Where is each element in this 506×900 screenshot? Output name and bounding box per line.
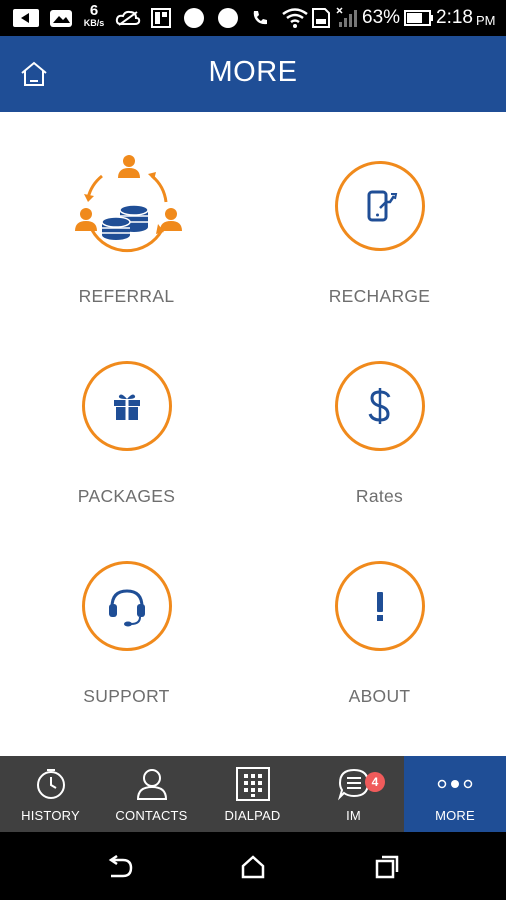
nav-contacts[interactable]: CONTACTS bbox=[101, 756, 202, 832]
no-signal-icon bbox=[336, 7, 358, 29]
rates-tile[interactable]: Rates bbox=[253, 312, 506, 512]
about-circle bbox=[335, 561, 425, 651]
battery-percent: 63% bbox=[362, 7, 401, 28]
status-bar: 6 KB/s 63% 2:18 PM bbox=[0, 0, 506, 36]
flipboard-icon bbox=[150, 7, 172, 29]
packages-circle bbox=[82, 361, 172, 451]
support-circle bbox=[82, 561, 172, 651]
home-outline-icon bbox=[241, 855, 265, 879]
bottom-navigation: HISTORY CONTACTS DIALPAD 4 IM MORE bbox=[0, 756, 506, 832]
packages-label: PACKAGES bbox=[77, 486, 176, 506]
circle-notification-icon-2 bbox=[216, 7, 240, 29]
referral-coins-icon bbox=[72, 152, 182, 262]
recharge-tile[interactable]: RECHARGE bbox=[253, 112, 506, 312]
about-label: ABOUT bbox=[348, 686, 411, 706]
nav-dialpad-label: DIALPAD bbox=[224, 808, 281, 823]
system-recents-button[interactable] bbox=[370, 850, 404, 884]
gallery-notification-icon bbox=[48, 7, 74, 29]
nav-history[interactable]: HISTORY bbox=[0, 756, 101, 832]
nav-history-label: HISTORY bbox=[21, 808, 80, 823]
nav-dialpad[interactable]: DIALPAD bbox=[202, 756, 303, 832]
more-dots-icon bbox=[437, 779, 473, 789]
clock-icon bbox=[36, 769, 65, 799]
cloud-sync-icon bbox=[114, 7, 142, 29]
clock-time: 2:18 bbox=[436, 7, 473, 28]
support-label: SUPPORT bbox=[83, 686, 170, 706]
more-menu-grid: REFERRAL RECHARGE PACKAGES Rates SUPPORT… bbox=[0, 112, 506, 756]
back-icon bbox=[108, 855, 133, 878]
clock-suffix: PM bbox=[476, 13, 496, 28]
referral-label: REFERRAL bbox=[78, 286, 175, 306]
support-tile[interactable]: SUPPORT bbox=[0, 512, 253, 712]
circle-notification-icon bbox=[182, 7, 206, 29]
recharge-circle bbox=[335, 161, 425, 251]
im-unread-badge: 4 bbox=[365, 772, 385, 792]
page-title: MORE bbox=[208, 56, 298, 88]
nav-im-label: IM bbox=[346, 808, 361, 823]
wifi-icon bbox=[282, 7, 308, 29]
battery-icon bbox=[404, 7, 434, 29]
dialpad-icon bbox=[235, 767, 270, 801]
exclamation-icon bbox=[377, 592, 383, 621]
phone-recharge-icon bbox=[367, 190, 398, 222]
person-icon bbox=[136, 769, 167, 800]
system-home-button[interactable] bbox=[236, 850, 270, 884]
rates-label: Rates bbox=[355, 486, 404, 506]
nav-contacts-label: CONTACTS bbox=[115, 808, 188, 823]
packages-tile[interactable]: PACKAGES bbox=[0, 312, 253, 512]
referral-tile[interactable]: REFERRAL bbox=[0, 112, 253, 312]
missed-call-icon bbox=[250, 7, 270, 29]
nav-more[interactable]: MORE bbox=[404, 756, 506, 832]
network-speed: 6 KB/s bbox=[83, 2, 105, 28]
sd-card-icon bbox=[310, 7, 332, 29]
system-back-button[interactable] bbox=[102, 850, 136, 884]
headset-icon bbox=[109, 589, 145, 627]
recharge-label: RECHARGE bbox=[328, 286, 431, 306]
recents-icon bbox=[375, 855, 399, 879]
about-tile[interactable]: ABOUT bbox=[253, 512, 506, 712]
gift-icon bbox=[114, 394, 140, 420]
back-arrow-notification-icon bbox=[12, 7, 40, 29]
nav-more-label: MORE bbox=[435, 808, 475, 823]
system-navigation-bar bbox=[0, 832, 506, 900]
rates-circle bbox=[335, 361, 425, 451]
dollar-icon bbox=[368, 388, 391, 424]
app-header: MORE bbox=[0, 36, 506, 112]
nav-im[interactable]: 4 IM bbox=[303, 756, 404, 832]
